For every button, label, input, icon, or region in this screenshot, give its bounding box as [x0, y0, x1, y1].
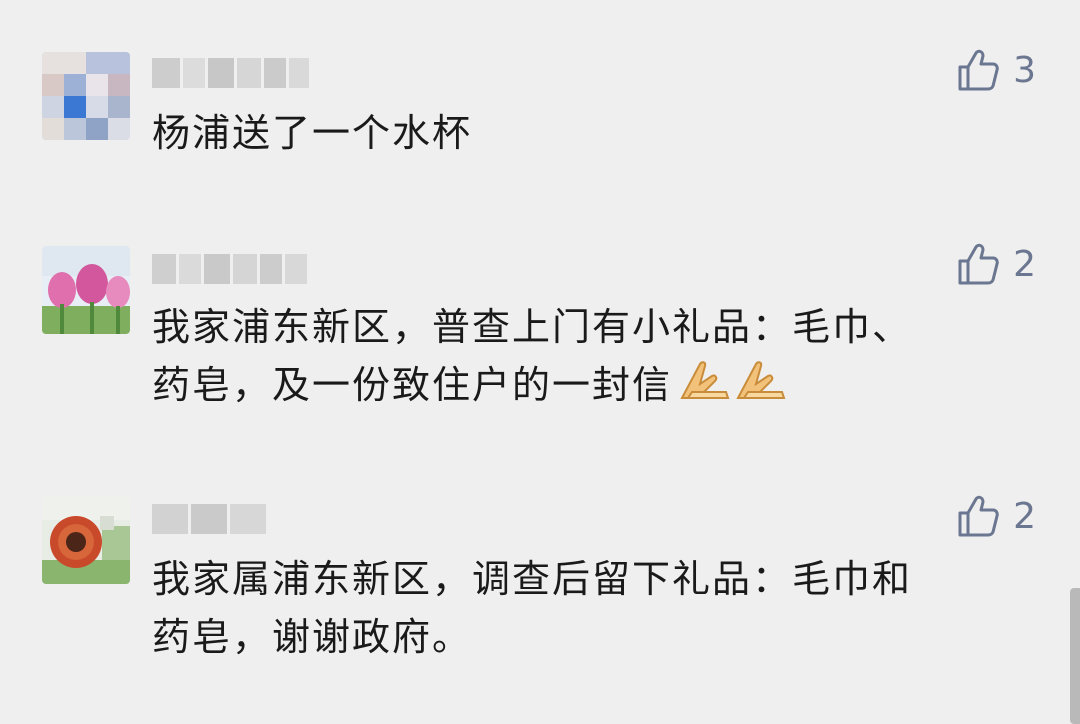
avatar[interactable] [42, 52, 130, 140]
username[interactable] [152, 58, 309, 88]
thumbs-up-icon [957, 242, 999, 286]
comment-item: 我家属浦东新区，调查后留下礼品：毛巾和 药皂，谢谢政府。 2 [0, 470, 1080, 724]
sunflower-avatar-icon [42, 496, 130, 584]
comment-item: 我家浦东新区，普查上门有小礼品：毛巾、 药皂，及一份致住户的一封信 2 [0, 220, 1080, 470]
comment-text-line2: 药皂，谢谢政府。 [152, 615, 473, 659]
avatar[interactable] [42, 496, 130, 584]
like-button[interactable]: 2 [957, 242, 1036, 286]
blurred-username [152, 254, 176, 284]
scrollbar[interactable] [1070, 588, 1080, 724]
blurred-username [152, 504, 188, 534]
like-count: 2 [1013, 495, 1036, 537]
comment-item: 杨浦送了一个水杯 3 [0, 0, 1080, 220]
comment-text: 杨浦送了一个水杯 [152, 111, 473, 155]
thumbs-up-icon [957, 494, 999, 538]
like-button[interactable]: 2 [957, 494, 1036, 538]
like-button[interactable]: 3 [957, 48, 1036, 92]
folded-hands-emoji-icon [678, 358, 790, 418]
thumbs-up-icon [957, 48, 999, 92]
username[interactable] [152, 504, 266, 534]
tulip-avatar-icon [42, 246, 130, 334]
comment-text-line2: 药皂，及一份致住户的一封信 [152, 363, 673, 407]
comment-text: 我家属浦东新区，调查后留下礼品：毛巾和 药皂，谢谢政府。 [152, 550, 1012, 666]
comment-text-line1: 我家浦东新区，普查上门有小礼品：毛巾、 [152, 305, 913, 349]
blurred-photo-avatar-icon [42, 52, 130, 140]
comment-text-line1: 我家属浦东新区，调查后留下礼品：毛巾和 [152, 557, 913, 601]
like-count: 3 [1013, 49, 1036, 91]
like-count: 2 [1013, 243, 1036, 285]
comment-list: 杨浦送了一个水杯 3 我家浦东新区，普查上门有小礼品：毛巾、 药皂，及一份致住户… [0, 0, 1080, 724]
blurred-username [152, 58, 180, 88]
comment-text: 我家浦东新区，普查上门有小礼品：毛巾、 药皂，及一份致住户的一封信 [152, 298, 1012, 418]
avatar[interactable] [42, 246, 130, 334]
username[interactable] [152, 254, 307, 284]
